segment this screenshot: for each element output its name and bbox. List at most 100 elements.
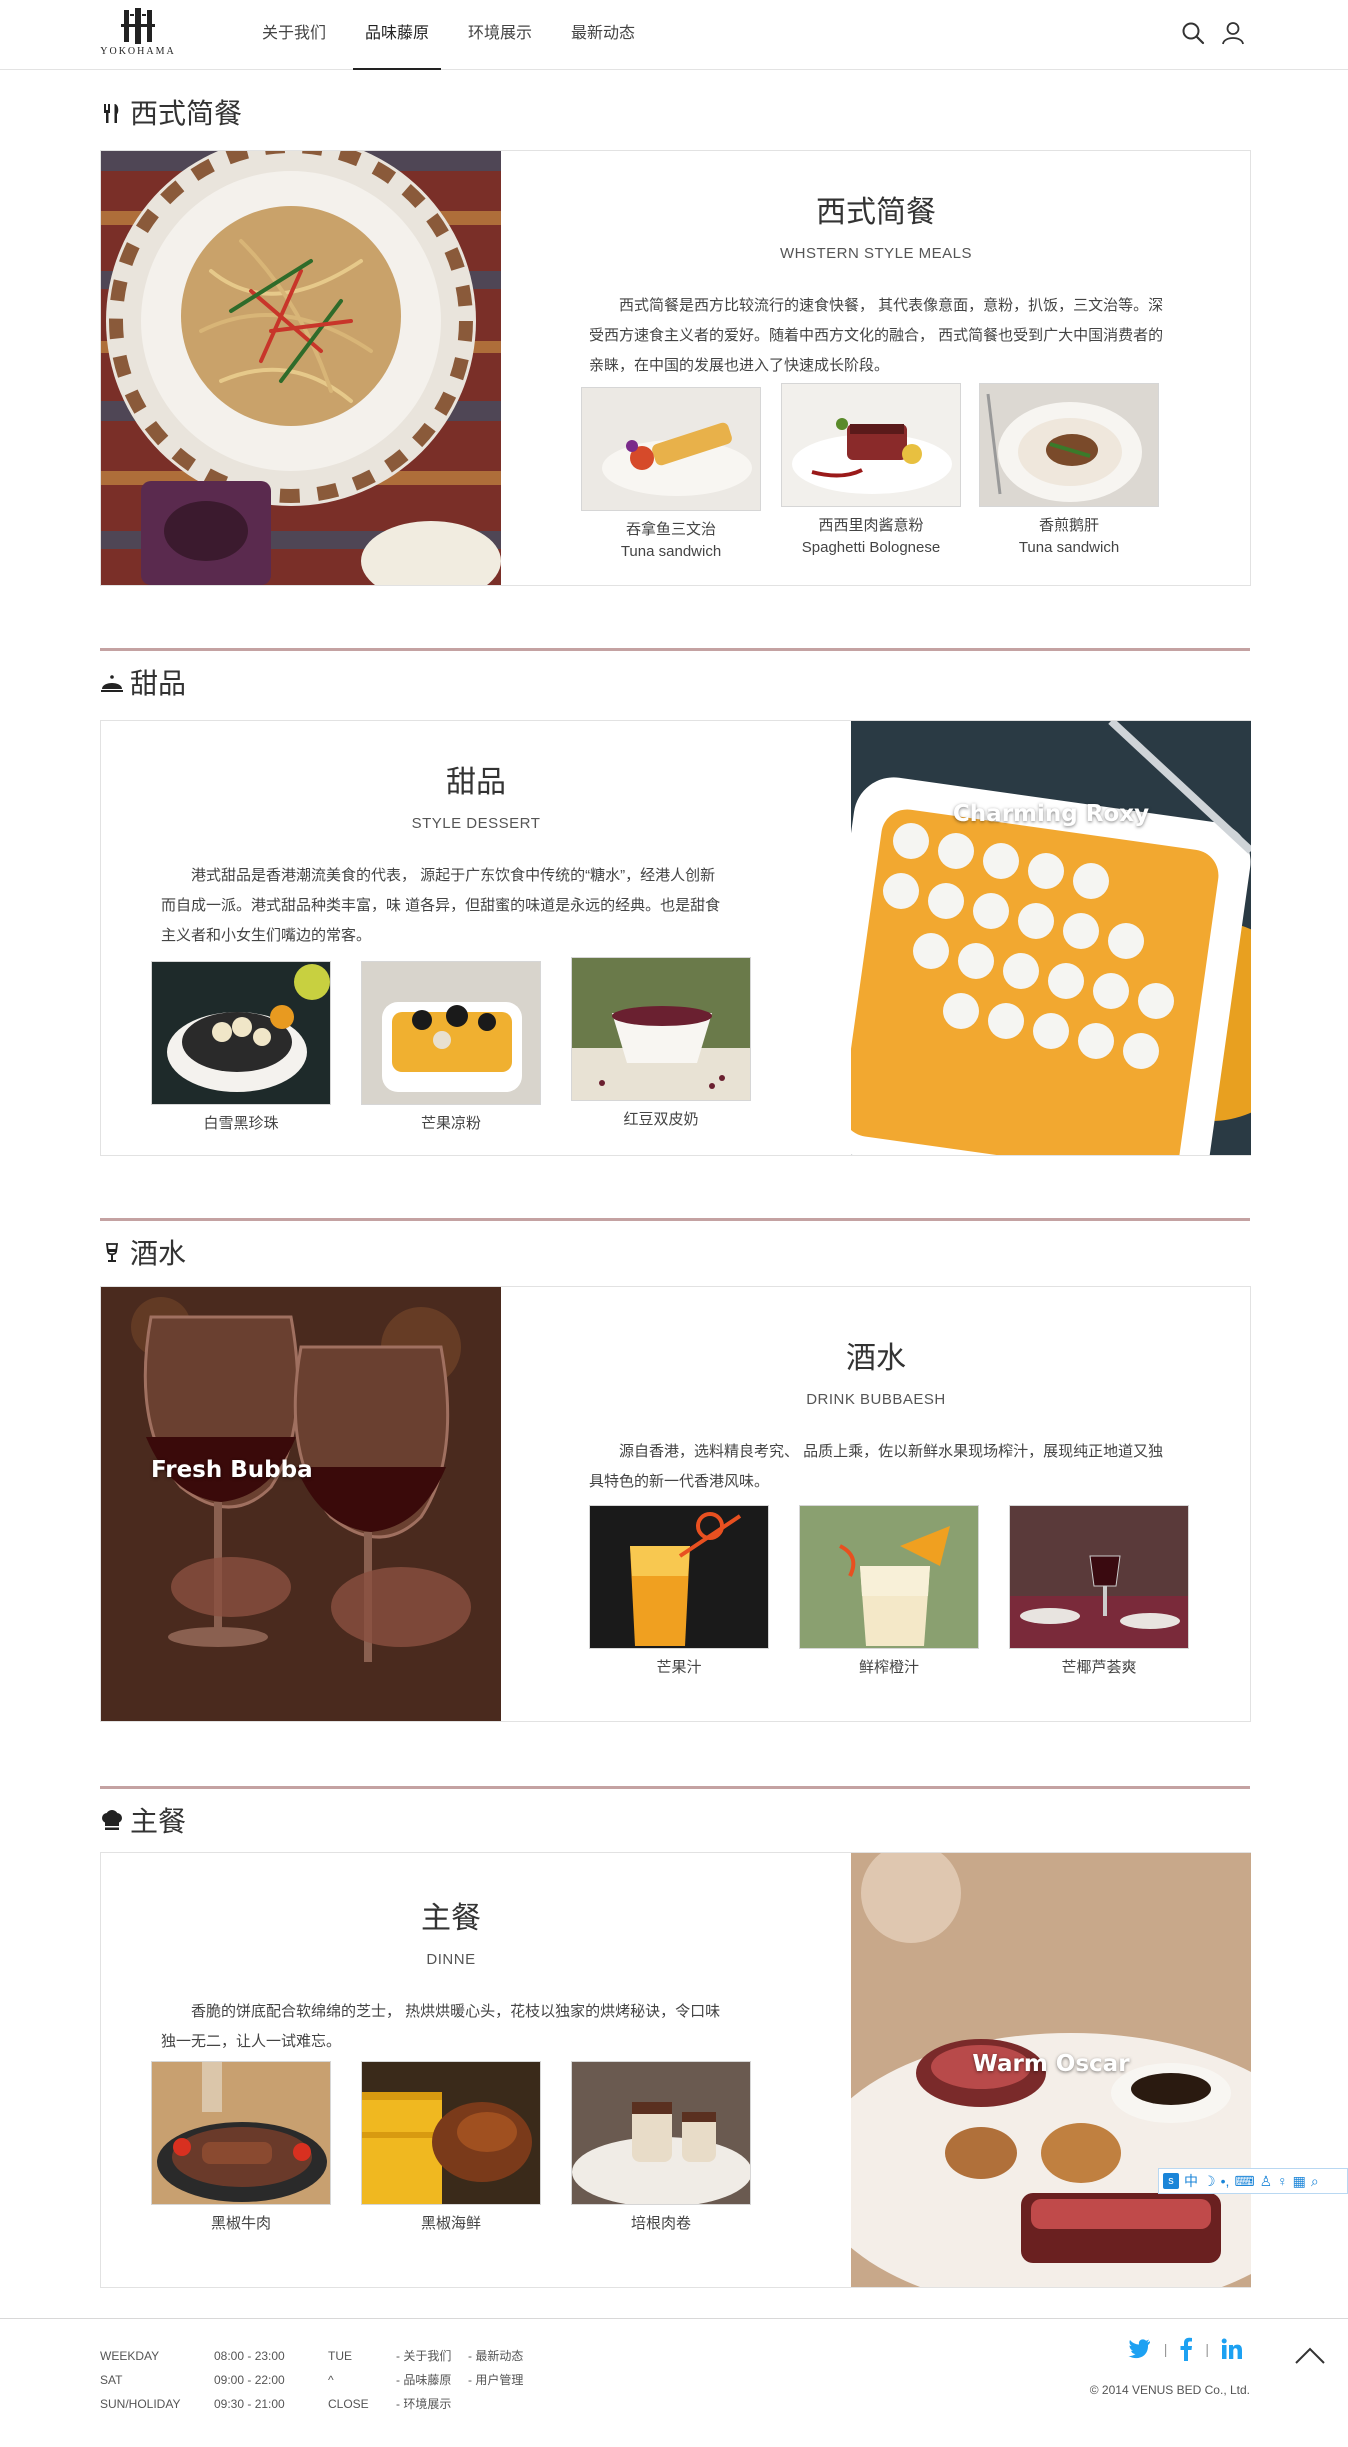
hours-time: 09:30 - 21:00: [214, 2397, 285, 2411]
moon-icon[interactable]: ☽: [1203, 2173, 1216, 2190]
menu-item[interactable]: 香煎鹅肝 Tuna sandwich: [979, 383, 1159, 559]
ime-logo-icon: s: [1163, 2173, 1179, 2189]
hero-photo-noodles: [101, 151, 501, 585]
footer-link-news[interactable]: - 最新动态: [468, 2344, 523, 2368]
hours-note: TUE: [328, 2349, 352, 2363]
twitter-icon[interactable]: [1128, 2338, 1152, 2360]
menu-item-name: 黑椒海鲜: [420, 2215, 481, 2232]
menu-item-image: [571, 2061, 751, 2205]
content-title: 西式简餐: [816, 196, 936, 229]
section-divider: [100, 648, 1250, 651]
content-subtitle: DRINK BUBBAESH: [806, 1391, 946, 1408]
photo-label: Charming Roxy: [952, 801, 1150, 827]
chevron-up-icon: [1295, 2347, 1325, 2364]
keyboard-icon[interactable]: ⌨: [1234, 2173, 1254, 2190]
section-title-text: 酒水: [130, 1238, 187, 1269]
hours-time: 09:00 - 22:00: [214, 2373, 285, 2387]
menu-item[interactable]: 西西里肉酱意粉 Spaghetti Bolognese: [781, 383, 961, 559]
footer-link-about[interactable]: - 关于我们: [396, 2344, 451, 2368]
menu-item[interactable]: 黑椒海鲜: [361, 2061, 541, 2235]
content-title: 酒水: [846, 1342, 906, 1375]
menu-item-image: [581, 387, 761, 511]
menu-item-image: [571, 957, 751, 1101]
search-icon[interactable]: [1180, 20, 1206, 46]
fork-knife-icon: [100, 100, 124, 124]
section-title-mains: 主餐: [100, 1800, 186, 1840]
footer-links-col1: - 关于我们 - 品味藤原 - 环境展示: [396, 2344, 451, 2416]
menu-item[interactable]: 芒果汁: [589, 1505, 769, 1679]
menu-item-name: 红豆双皮奶: [623, 1111, 699, 1128]
menu-item[interactable]: 芒果凉粉: [361, 961, 541, 1135]
menu-item[interactable]: 白雪黑珍珠: [151, 961, 331, 1135]
user-icon[interactable]: [1220, 20, 1246, 46]
logo[interactable]: YOKOHAMA: [98, 8, 178, 66]
menu-item[interactable]: 鲜榨橙汁: [799, 1505, 979, 1679]
content-title: 甜品: [446, 766, 506, 799]
section-title-text: 主餐: [130, 1806, 187, 1837]
cloche-icon: [100, 670, 124, 694]
section-card-dessert: 甜品 STYLE DESSERT 港式甜品是香港潮流美食的代表， 源起于广东饮食…: [100, 720, 1251, 1156]
menu-item[interactable]: 芒椰芦荟爽: [1009, 1505, 1189, 1679]
hero-photo-steak: Warm Oscar: [851, 1853, 1251, 2287]
menu-item-name-en: Spaghetti Bolognese: [801, 539, 941, 556]
photo-label: Warm Oscar: [972, 2051, 1130, 2077]
facebook-icon[interactable]: [1179, 2337, 1193, 2361]
nav-item-environment[interactable]: 环境展示: [456, 0, 544, 70]
nav-item-menu[interactable]: 品味藤原: [353, 0, 442, 70]
site-footer: WEEKDAY SAT SUN/HOLIDAY 08:00 - 23:00 09…: [0, 2318, 1348, 2447]
section-divider: [100, 1218, 1250, 1221]
menu-item-name: 西西里肉酱意粉: [818, 517, 924, 534]
menu-item-image: [361, 2061, 541, 2205]
linkedin-icon[interactable]: [1221, 2338, 1243, 2360]
person-icon[interactable]: ♀: [1277, 2173, 1288, 2189]
menu-item-image: [361, 961, 541, 1105]
ime-toolbar[interactable]: s 中 ☽ •, ⌨ ♙ ♀ ▦ ⌕: [1158, 2168, 1348, 2194]
section-card-mains: 主餐 DINNE 香脆的饼底配合软绵绵的芝士， 热烘烘暖心头，花枝以独家的烘烤秘…: [100, 1852, 1251, 2288]
footer-link-environment[interactable]: - 环境展示: [396, 2392, 451, 2416]
wine-glass-icon: [100, 1240, 124, 1264]
content-description: 港式甜品是香港潮流美食的代表， 源起于广东饮食中传统的“糖水”，经港人创新而自成…: [161, 867, 721, 944]
menu-item-image: [589, 1505, 769, 1649]
social-links: | |: [1128, 2337, 1243, 2361]
menu-item-name: 香煎鹅肝: [1038, 517, 1099, 534]
section-title-text: 甜品: [130, 668, 187, 699]
content-description: 香脆的饼底配合软绵绵的芝士， 热烘烘暖心头，花枝以独家的烘烤秘诀，令口味独一无二…: [161, 2003, 721, 2050]
nav-item-about[interactable]: 关于我们: [250, 0, 338, 70]
shirt-icon[interactable]: ♙: [1260, 2173, 1273, 2190]
hours-note: CLOSE: [328, 2397, 369, 2411]
hours-notes: TUE ^ CLOSE: [328, 2344, 369, 2416]
content-subtitle: WHSTERN STYLE MEALS: [779, 245, 973, 262]
section-card-western: 西式简餐 WHSTERN STYLE MEALS 西式简餐是西方比较流行的速食快…: [100, 150, 1251, 586]
header-actions: [1180, 20, 1246, 46]
menu-item-name: 芒果汁: [656, 1659, 702, 1676]
menu-item[interactable]: 红豆双皮奶: [571, 957, 751, 1131]
menu-item-image: [799, 1505, 979, 1649]
hours-day: WEEKDAY: [100, 2349, 160, 2363]
footer-link-user-admin[interactable]: - 用户管理: [468, 2368, 523, 2392]
content-title: 主餐: [421, 1902, 481, 1935]
section-title-drinks: 酒水: [100, 1232, 186, 1272]
menu-item-image: [151, 2061, 331, 2205]
hours-time: 08:00 - 23:00: [214, 2349, 285, 2363]
copyright: © 2014 VENUS BED Co., Ltd.: [1089, 2383, 1250, 2397]
menu-item[interactable]: 吞拿鱼三文治 Tuna sandwich: [581, 387, 761, 563]
menu-item[interactable]: 黑椒牛肉: [151, 2061, 331, 2235]
section-divider: [100, 1786, 1250, 1789]
menu-item-name-en: Tuna sandwich: [1018, 539, 1120, 556]
footer-link-menu[interactable]: - 品味藤原: [396, 2368, 451, 2392]
search-icon[interactable]: ⌕: [1311, 2173, 1319, 2190]
ime-mode-label[interactable]: 中: [1184, 2171, 1198, 2191]
menu-item-image: [1009, 1505, 1189, 1649]
content-subtitle: DINNE: [426, 1951, 476, 1968]
photo-label: Fresh Bubba: [151, 1457, 313, 1483]
hours-day: SUN/HOLIDAY: [100, 2397, 181, 2411]
menu-item-name: 芒椰芦荟爽: [1061, 1659, 1137, 1676]
grid-icon[interactable]: ▦: [1293, 2173, 1306, 2190]
punctuation-icon[interactable]: •,: [1221, 2173, 1230, 2189]
social-separator: |: [1163, 2341, 1168, 2357]
hours-days: WEEKDAY SAT SUN/HOLIDAY: [100, 2344, 180, 2416]
menu-item-name: 培根肉卷: [630, 2215, 691, 2232]
menu-item[interactable]: 培根肉卷: [571, 2061, 751, 2235]
nav-item-news[interactable]: 最新动态: [559, 0, 647, 70]
back-to-top-button[interactable]: [1290, 2339, 1330, 2369]
